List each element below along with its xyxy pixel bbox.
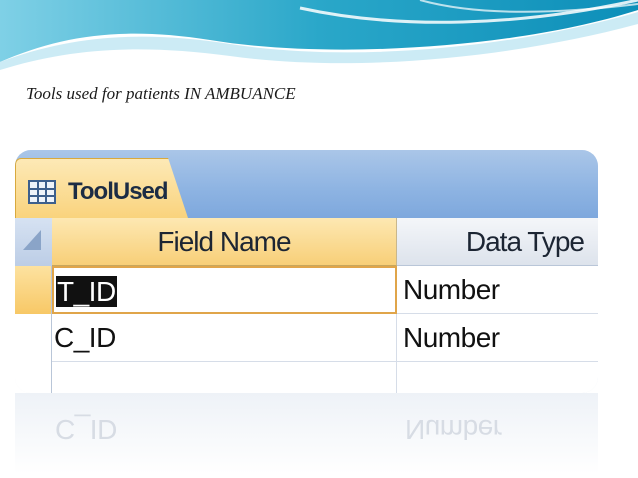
reflection-type-text: Number (405, 414, 502, 445)
header-wave-decoration (0, 0, 638, 70)
field-name-cell[interactable] (52, 362, 397, 393)
column-header-field-name[interactable]: Field Name (52, 218, 397, 266)
tab-toolused[interactable]: ToolUsed (15, 158, 189, 221)
reflection-field-text: C_ID (55, 414, 117, 445)
table-row[interactable]: C_ID Number (15, 314, 598, 362)
table-row-empty[interactable] (15, 362, 598, 393)
data-type-cell[interactable] (397, 362, 598, 393)
data-type-cell[interactable]: Number (397, 266, 598, 314)
select-all-corner[interactable] (15, 218, 53, 266)
row-selector[interactable] (15, 266, 52, 314)
table-row[interactable]: T_ID Number (15, 266, 598, 314)
column-header-data-type[interactable]: Data Type (397, 218, 598, 266)
tab-label: ToolUsed (68, 178, 169, 205)
row-selector[interactable] (15, 362, 52, 393)
field-name-cell[interactable]: T_ID (52, 266, 397, 314)
field-name-value: T_ID (56, 276, 117, 307)
data-type-cell[interactable]: Number (397, 314, 598, 362)
design-grid: Field Name Data Type T_ID Number C_ID Nu… (15, 218, 598, 393)
row-selector[interactable] (15, 314, 52, 362)
document-tab-bar: ToolUsed (15, 150, 598, 221)
image-reflection: C_ID Number (15, 393, 598, 478)
field-name-cell[interactable]: C_ID (52, 314, 397, 362)
table-grid-icon (28, 180, 56, 204)
slide-caption: Tools used for patients IN AMBUANCE (26, 84, 296, 103)
table-design-window: ToolUsed Field Name Data Type T_ID Numbe… (15, 150, 598, 393)
